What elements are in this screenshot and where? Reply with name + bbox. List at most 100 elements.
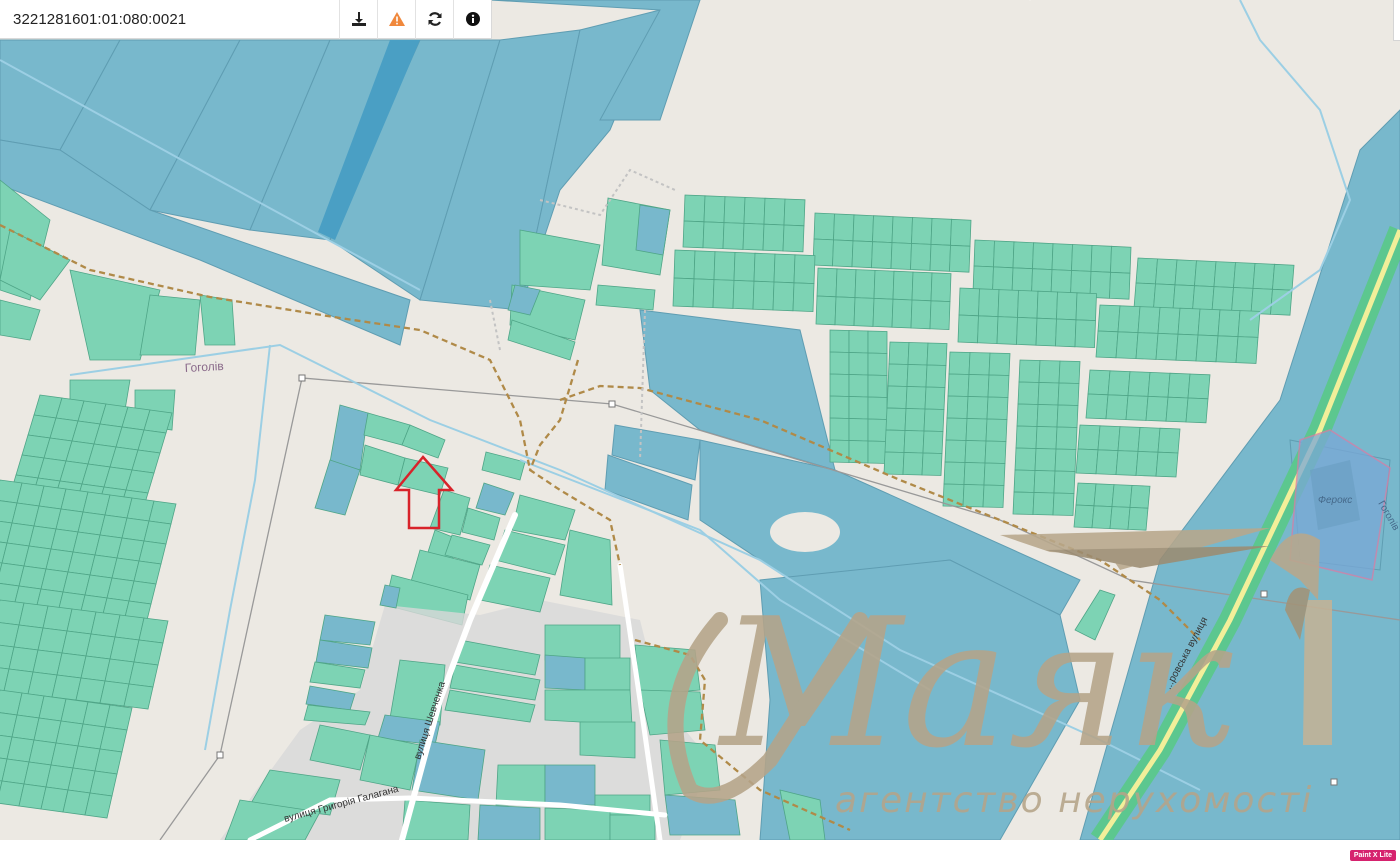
land-plot[interactable] (848, 374, 869, 398)
land-plot[interactable] (133, 560, 162, 585)
land-plot[interactable] (829, 329, 850, 353)
land-plot[interactable] (1117, 426, 1141, 452)
land-plot[interactable] (1087, 369, 1111, 396)
land-plot[interactable] (829, 351, 850, 375)
land-plot[interactable] (713, 251, 736, 281)
land-plot[interactable] (947, 373, 970, 397)
land-plot[interactable] (1077, 424, 1101, 451)
land-plot[interactable] (973, 239, 995, 268)
land-plot[interactable] (997, 289, 1019, 318)
info-button[interactable] (453, 0, 491, 39)
cadastral-number[interactable]: 3221281601:01:080:0021 (0, 11, 339, 28)
land-plot[interactable] (143, 520, 172, 545)
land-plot[interactable] (978, 288, 1000, 318)
land-plot[interactable] (926, 342, 948, 366)
land-plot[interactable] (1133, 282, 1156, 310)
land-plot[interactable] (138, 540, 167, 565)
land-plot[interactable] (904, 408, 926, 432)
land-plot[interactable] (829, 395, 850, 419)
land-plot[interactable] (1055, 426, 1078, 450)
land-plot[interactable] (848, 352, 869, 376)
land-plot[interactable] (892, 270, 914, 301)
land-plot[interactable] (1174, 259, 1197, 287)
land-plot[interactable] (1014, 447, 1037, 471)
land-plot[interactable] (1135, 257, 1158, 285)
land-plot[interactable] (930, 272, 952, 303)
land-plot[interactable] (867, 396, 888, 420)
land-plot[interactable] (743, 196, 766, 225)
land-plot[interactable] (89, 770, 118, 797)
land-plot[interactable] (128, 580, 157, 605)
land-plot[interactable] (712, 279, 735, 309)
land-plot[interactable] (872, 215, 894, 244)
land-plot[interactable] (873, 269, 895, 300)
land-plot[interactable] (762, 223, 785, 252)
land-plot[interactable] (692, 278, 715, 309)
land-plot[interactable] (1013, 469, 1036, 493)
land-plot[interactable] (733, 251, 756, 282)
land-plot[interactable] (967, 374, 990, 398)
land-plot[interactable] (833, 213, 855, 242)
land-plot[interactable] (986, 396, 1009, 420)
land-plot[interactable] (742, 222, 765, 251)
land-plot[interactable] (957, 314, 979, 344)
land-plot[interactable] (99, 726, 128, 753)
land-plot[interactable] (832, 239, 854, 268)
land-plot[interactable] (1109, 271, 1131, 300)
land-plot[interactable] (1085, 393, 1109, 420)
land-plot[interactable] (1187, 373, 1211, 400)
land-plot[interactable] (1036, 404, 1059, 428)
land-plot[interactable] (902, 452, 924, 476)
land-plot[interactable] (1015, 425, 1038, 449)
land-plot[interactable] (1215, 335, 1239, 364)
report-button[interactable] (377, 0, 415, 39)
land-plot[interactable] (1097, 304, 1121, 333)
land-plot[interactable] (123, 683, 154, 710)
land-plot[interactable] (752, 280, 775, 311)
land-plot[interactable] (1016, 403, 1039, 427)
land-plot[interactable] (1018, 359, 1041, 383)
land-plot[interactable] (968, 352, 991, 376)
land-plot[interactable] (848, 396, 869, 420)
land-plot[interactable] (907, 342, 929, 366)
land-plot[interactable] (1032, 242, 1054, 271)
land-plot[interactable] (1145, 395, 1169, 422)
land-plot[interactable] (829, 417, 850, 441)
land-plot[interactable] (1115, 331, 1139, 360)
land-plot[interactable] (763, 197, 786, 226)
land-plot[interactable] (903, 430, 925, 454)
land-plot[interactable] (853, 297, 875, 327)
land-plot[interactable] (891, 216, 913, 244)
land-plot[interactable] (930, 217, 952, 246)
land-plot[interactable] (906, 364, 928, 388)
land-plot[interactable] (1056, 404, 1079, 428)
land-plot[interactable] (133, 639, 164, 666)
land-plot[interactable] (1035, 317, 1057, 347)
land-plot[interactable] (1195, 334, 1219, 363)
land-plot[interactable] (1233, 262, 1256, 289)
land-plot[interactable] (1017, 289, 1039, 319)
land-plot[interactable] (783, 198, 806, 227)
land-plot[interactable] (1017, 381, 1040, 405)
land-plot[interactable] (848, 418, 869, 442)
land-plot[interactable] (929, 300, 951, 331)
land-plot[interactable] (722, 222, 745, 250)
land-plot[interactable] (966, 396, 989, 420)
land-plot[interactable] (1147, 371, 1171, 398)
land-plot[interactable] (867, 352, 888, 376)
land-plot[interactable] (1135, 332, 1159, 360)
land-plot[interactable] (1192, 285, 1215, 313)
land-plot[interactable] (891, 298, 913, 329)
land-plot[interactable] (962, 484, 985, 508)
land-plot[interactable] (1055, 318, 1077, 348)
land-plot[interactable] (925, 364, 947, 388)
land-plot[interactable] (867, 374, 888, 398)
land-plot[interactable] (1197, 308, 1221, 337)
land-plot[interactable] (984, 440, 1007, 464)
land-plot[interactable] (1075, 448, 1099, 475)
land-plot[interactable] (1165, 396, 1189, 423)
land-plot[interactable] (1036, 290, 1058, 320)
land-plot[interactable] (683, 194, 706, 223)
land-plot[interactable] (1097, 425, 1121, 452)
land-plot[interactable] (993, 240, 1015, 269)
